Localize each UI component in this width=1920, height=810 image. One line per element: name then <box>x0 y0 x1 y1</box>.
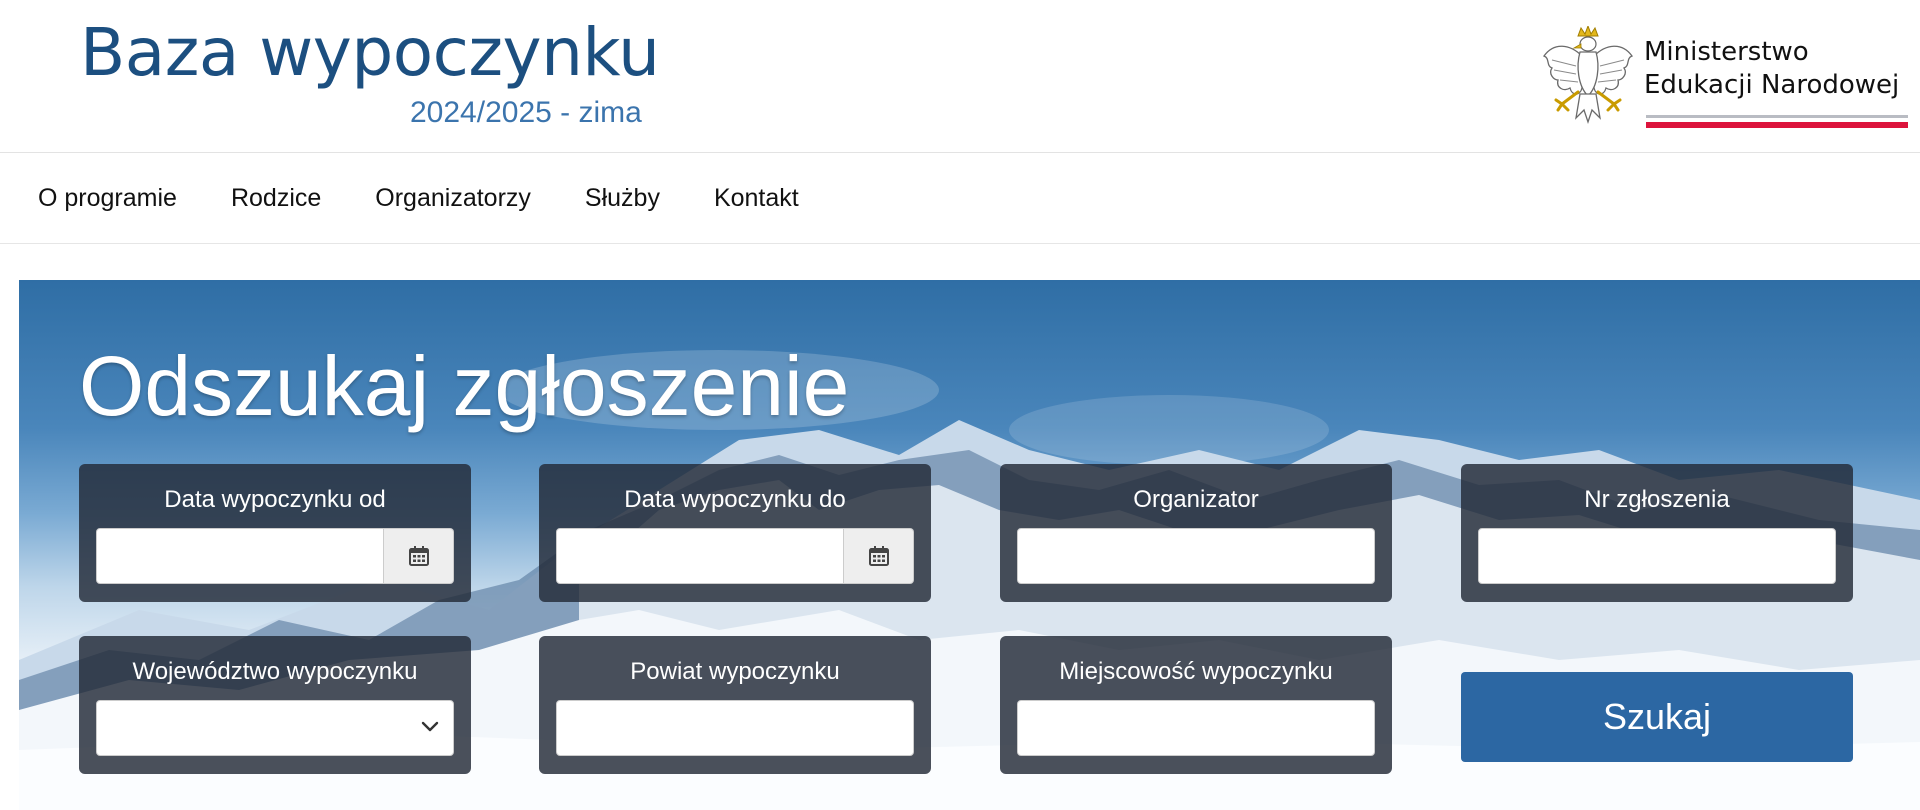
application-number-label: Nr zgłoszenia <box>1584 486 1730 513</box>
nav-item-sluzby[interactable]: Służby <box>585 184 660 213</box>
ministry-divider-red <box>1646 122 1908 128</box>
nav-item-rodzice[interactable]: Rodzice <box>231 184 321 213</box>
voivodeship-group: Województwo wypoczynku <box>79 636 471 774</box>
search-title: Odszukaj zgłoszenie <box>79 339 850 433</box>
search-hero: Odszukaj zgłoszenie Data wypoczynku od D… <box>19 280 1920 810</box>
calendar-icon <box>408 546 429 566</box>
site-subtitle: 2024/2025 - zima <box>410 96 642 129</box>
calendar-icon <box>868 546 889 566</box>
county-label: Powiat wypoczynku <box>630 658 840 685</box>
organizer-input[interactable] <box>1017 528 1375 584</box>
locality-input[interactable] <box>1017 700 1375 756</box>
search-button[interactable]: Szukaj <box>1461 672 1853 762</box>
date-to-calendar-button[interactable] <box>844 528 914 584</box>
ministry-divider-grey <box>1646 115 1908 118</box>
nav-item-o-programie[interactable]: O programie <box>38 184 177 213</box>
locality-group: Miejscowość wypoczynku <box>1000 636 1392 774</box>
county-group: Powiat wypoczynku <box>539 636 931 774</box>
ministry-logo[interactable]: Ministerstwo Edukacji Narodowej <box>1540 26 1910 132</box>
organizer-label: Organizator <box>1133 486 1259 513</box>
locality-label: Miejscowość wypoczynku <box>1059 658 1333 685</box>
date-from-group: Data wypoczynku od <box>79 464 471 602</box>
nav-item-organizatorzy[interactable]: Organizatorzy <box>375 184 531 213</box>
date-to-input[interactable] <box>556 528 844 584</box>
date-from-label: Data wypoczynku od <box>164 486 386 513</box>
application-number-input[interactable] <box>1478 528 1836 584</box>
ministry-name: Ministerstwo Edukacji Narodowej <box>1644 36 1899 102</box>
ministry-name-line1: Ministerstwo <box>1644 37 1809 67</box>
date-from-input[interactable] <box>96 528 384 584</box>
voivodeship-select[interactable] <box>96 700 454 756</box>
site-title[interactable]: Baza wypoczynku <box>80 14 660 91</box>
county-input[interactable] <box>556 700 914 756</box>
nav-item-kontakt[interactable]: Kontakt <box>714 184 799 213</box>
chevron-down-icon <box>421 721 439 732</box>
ministry-name-line2: Edukacji Narodowej <box>1644 70 1900 100</box>
application-number-group: Nr zgłoszenia <box>1461 464 1853 602</box>
polish-eagle-emblem-icon <box>1542 26 1634 125</box>
organizer-group: Organizator <box>1000 464 1392 602</box>
main-nav: O programie Rodzice Organizatorzy Służby… <box>0 154 1920 244</box>
site-header: Baza wypoczynku 2024/2025 - zima Ministe… <box>0 0 1920 153</box>
date-from-calendar-button[interactable] <box>384 528 454 584</box>
voivodeship-label: Województwo wypoczynku <box>132 658 418 685</box>
date-to-group: Data wypoczynku do <box>539 464 931 602</box>
date-to-label: Data wypoczynku do <box>624 486 846 513</box>
